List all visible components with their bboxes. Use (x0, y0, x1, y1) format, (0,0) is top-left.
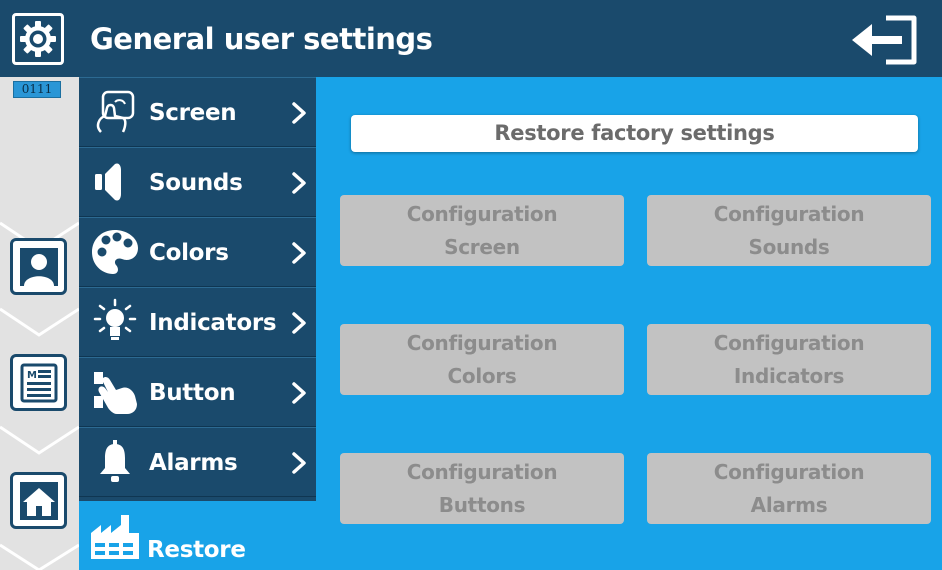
exit-button[interactable] (848, 14, 920, 66)
settings-menu: Screen Sounds Colors Indicators Button A… (79, 77, 316, 501)
touch-screen-icon (89, 86, 141, 138)
bell-icon (89, 436, 141, 488)
configuration-alarms-button[interactable]: Configuration Alarms (647, 453, 931, 524)
button-label-line1: Configuration (713, 460, 865, 484)
factory-icon (87, 511, 143, 567)
home-icon (19, 481, 58, 520)
menu-item-label: Sounds (149, 170, 243, 196)
button-label-line2: Indicators (733, 364, 845, 388)
menu-item-screen[interactable]: Screen (79, 77, 316, 147)
button-label-line1: Configuration (713, 331, 865, 355)
menu-item-label: Indicators (149, 310, 277, 336)
button-label-line2: Buttons (438, 493, 526, 517)
chevron-right-icon (292, 242, 306, 264)
chevron-right-icon (292, 172, 306, 194)
menu-item-label: Restore (147, 537, 246, 563)
logout-icon (852, 15, 917, 65)
lightbulb-icon (89, 296, 141, 348)
code-badge: 0111 (13, 81, 61, 98)
document-icon: M (20, 363, 57, 402)
user-tab-button[interactable] (10, 238, 67, 295)
button-label-line2: Sounds (748, 235, 830, 259)
chevron-right-icon (292, 452, 306, 474)
chevron-right-icon (292, 312, 306, 334)
menu-item-indicators[interactable]: Indicators (79, 287, 316, 357)
button-label-line2: Screen (444, 235, 520, 259)
menu-item-sounds[interactable]: Sounds (79, 147, 316, 217)
restore-factory-settings-button[interactable]: Restore factory settings (351, 115, 918, 152)
hand-press-icon (89, 366, 141, 418)
document-tab-button[interactable]: M (10, 354, 67, 411)
menu-item-alarms[interactable]: Alarms (79, 427, 316, 497)
button-label-line2: Alarms (750, 493, 828, 517)
header-bar: General user settings (0, 0, 942, 77)
menu-item-label: Screen (149, 100, 237, 126)
menu-item-label: Button (149, 380, 236, 406)
home-tab-button[interactable] (10, 472, 67, 529)
menu-item-button[interactable]: Button (79, 357, 316, 427)
palette-icon (89, 226, 141, 278)
menu-item-label: Alarms (149, 450, 238, 476)
configuration-buttons-button[interactable]: Configuration Buttons (340, 453, 624, 524)
chevron-right-icon (292, 102, 306, 124)
user-icon (19, 247, 58, 286)
svg-text:M: M (27, 370, 37, 381)
page-title: General user settings (90, 22, 433, 56)
configuration-sounds-button[interactable]: Configuration Sounds (647, 195, 931, 266)
menu-item-restore[interactable]: Restore (79, 501, 316, 570)
button-label-line1: Configuration (406, 202, 558, 226)
button-label-line1: Configuration (406, 460, 558, 484)
configuration-indicators-button[interactable]: Configuration Indicators (647, 324, 931, 395)
menu-item-colors[interactable]: Colors (79, 217, 316, 287)
configuration-colors-button[interactable]: Configuration Colors (340, 324, 624, 395)
menu-item-label: Colors (149, 240, 229, 266)
configuration-screen-button[interactable]: Configuration Screen (340, 195, 624, 266)
button-label-line1: Configuration (406, 331, 558, 355)
speaker-icon (89, 156, 141, 208)
gear-icon (12, 13, 64, 65)
chevron-right-icon (292, 382, 306, 404)
button-label-line1: Configuration (713, 202, 865, 226)
button-label-line2: Colors (447, 364, 517, 388)
